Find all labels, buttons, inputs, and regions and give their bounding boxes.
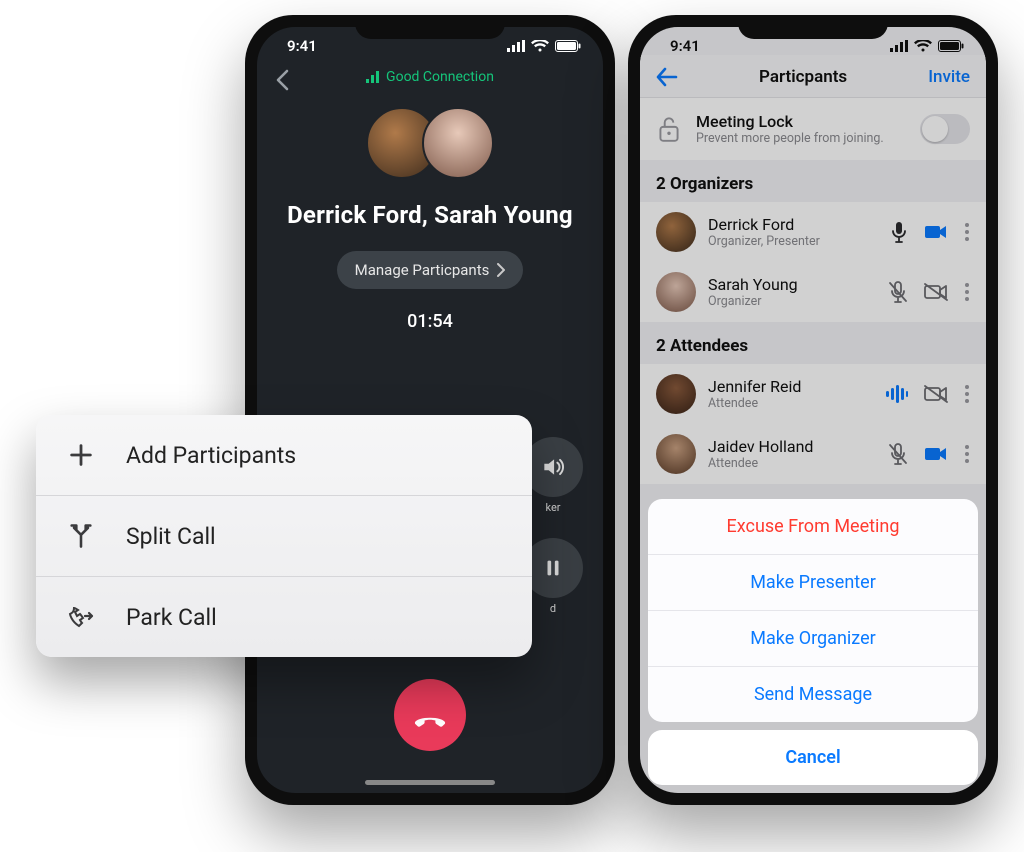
participant-avatars <box>366 107 494 179</box>
status-indicators <box>507 40 581 52</box>
cancel-button[interactable]: Cancel <box>648 730 978 785</box>
participant-action-sheet: Excuse From Meeting Make Presenter Make … <box>648 499 978 785</box>
chevron-right-icon <box>497 263 505 277</box>
signal-bars-icon <box>366 71 380 83</box>
hangup-icon <box>412 697 448 733</box>
phone-participants-screen: 9:41 Particpants Invite Meeting Lock Pre… <box>628 15 998 805</box>
manage-participants-label: Manage Particpants <box>355 261 490 279</box>
send-message-option[interactable]: Send Message <box>648 666 978 722</box>
call-options-sheet: Add Participants Split Call Park Call <box>36 415 532 657</box>
phone-notch <box>355 15 505 39</box>
wifi-icon <box>531 40 549 52</box>
add-participants-label: Add Participants <box>126 442 296 469</box>
avatar <box>422 107 494 179</box>
excuse-option[interactable]: Excuse From Meeting <box>648 499 978 554</box>
battery-icon <box>555 40 581 52</box>
connection-status: Good Connection <box>366 69 494 85</box>
home-indicator[interactable] <box>365 780 495 785</box>
add-participants-option[interactable]: Add Participants <box>36 415 532 495</box>
status-time: 9:41 <box>287 37 317 55</box>
park-call-icon <box>64 603 98 631</box>
make-presenter-option[interactable]: Make Presenter <box>648 554 978 610</box>
connection-label: Good Connection <box>386 69 494 85</box>
chevron-left-icon <box>275 69 289 91</box>
signal-icon <box>507 40 525 52</box>
speaker-label: ker <box>545 501 560 514</box>
phone-notch <box>738 15 888 39</box>
manage-participants-button[interactable]: Manage Particpants <box>337 251 524 289</box>
call-timer: 01:54 <box>407 311 453 332</box>
plus-icon <box>64 441 98 469</box>
split-call-label: Split Call <box>126 523 216 550</box>
hold-button[interactable] <box>523 538 583 598</box>
park-call-option[interactable]: Park Call <box>36 576 532 657</box>
participant-names: Derrick Ford, Sarah Young <box>287 201 573 229</box>
phone-call-screen: 9:41 Good Connection Derrick Ford, Sarah… <box>245 15 615 805</box>
back-button[interactable] <box>275 69 289 91</box>
end-call-button[interactable] <box>394 679 466 751</box>
hold-label: d <box>550 602 556 615</box>
pause-icon <box>542 557 564 579</box>
park-call-label: Park Call <box>126 604 217 631</box>
make-organizer-option[interactable]: Make Organizer <box>648 610 978 666</box>
speaker-button[interactable] <box>523 437 583 497</box>
split-icon <box>64 522 98 550</box>
speaker-icon <box>540 454 566 480</box>
split-call-option[interactable]: Split Call <box>36 495 532 576</box>
